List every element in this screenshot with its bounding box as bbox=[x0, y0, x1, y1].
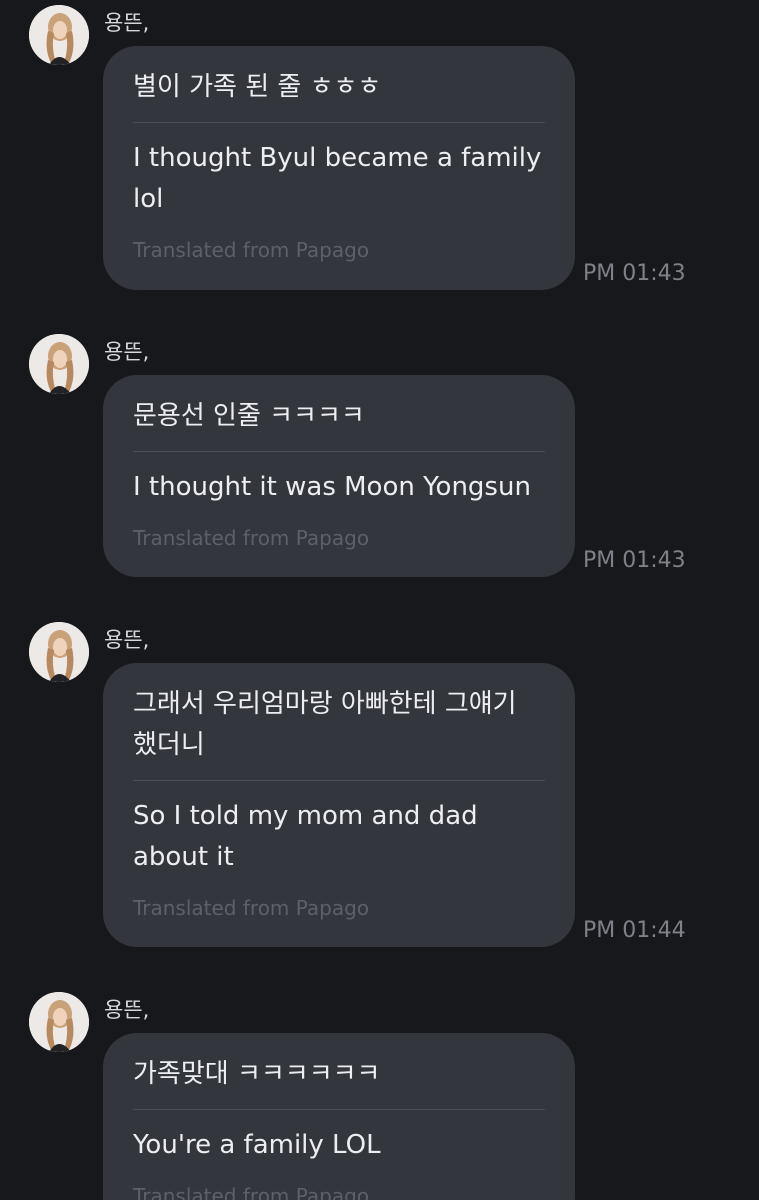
sender-name: 용뜬, bbox=[104, 628, 150, 652]
profile-photo-avatar-icon bbox=[29, 5, 89, 65]
original-text: 별이 가족 된 줄 ㅎㅎㅎ bbox=[133, 46, 545, 123]
avatar[interactable] bbox=[29, 622, 89, 682]
sender-name: 용뜬, bbox=[104, 11, 150, 35]
avatar[interactable] bbox=[29, 992, 89, 1052]
translated-text: I thought it was Moon Yongsun bbox=[133, 472, 531, 502]
message-timestamp: PM 01:43 bbox=[583, 548, 686, 573]
original-text: 그래서 우리엄마랑 아빠한테 그얘기 했더니 bbox=[133, 663, 545, 781]
avatar[interactable] bbox=[29, 5, 89, 65]
translation-source: Translated from Papago bbox=[133, 526, 370, 550]
message-bubble[interactable]: 별이 가족 된 줄 ㅎㅎㅎ I thought Byul became a fa… bbox=[103, 46, 575, 290]
profile-photo-avatar-icon bbox=[29, 622, 89, 682]
message-timestamp: PM 01:43 bbox=[583, 261, 686, 286]
sender-name: 용뜬, bbox=[104, 340, 150, 364]
message-bubble[interactable]: 문용선 인줄 ㅋㅋㅋㅋ I thought it was Moon Yongsu… bbox=[103, 375, 575, 577]
translated-text: You're a family LOL bbox=[133, 1130, 381, 1160]
message-bubble[interactable]: 그래서 우리엄마랑 아빠한테 그얘기 했더니 So I told my mom … bbox=[103, 663, 575, 947]
original-text: 가족맞대 ㅋㅋㅋㅋㅋㅋ bbox=[133, 1033, 545, 1110]
translated-text: So I told my mom and dad about it bbox=[133, 801, 478, 872]
translation-source: Translated from Papago bbox=[133, 238, 370, 262]
sender-name: 용뜬, bbox=[104, 998, 150, 1022]
message-bubble[interactable]: 가족맞대 ㅋㅋㅋㅋㅋㅋ You're a family LOL Translat… bbox=[103, 1033, 575, 1200]
profile-photo-avatar-icon bbox=[29, 992, 89, 1052]
chat-thread[interactable]: 용뜬, 별이 가족 된 줄 ㅎㅎㅎ I thought Byul became … bbox=[0, 0, 759, 1200]
translated-text: I thought Byul became a family lol bbox=[133, 143, 542, 214]
avatar[interactable] bbox=[29, 334, 89, 394]
translation-source: Translated from Papago bbox=[133, 1184, 370, 1200]
message-timestamp: PM 01:44 bbox=[583, 918, 686, 943]
translation-source: Translated from Papago bbox=[133, 896, 370, 920]
original-text: 문용선 인줄 ㅋㅋㅋㅋ bbox=[133, 375, 545, 452]
profile-photo-avatar-icon bbox=[29, 334, 89, 394]
